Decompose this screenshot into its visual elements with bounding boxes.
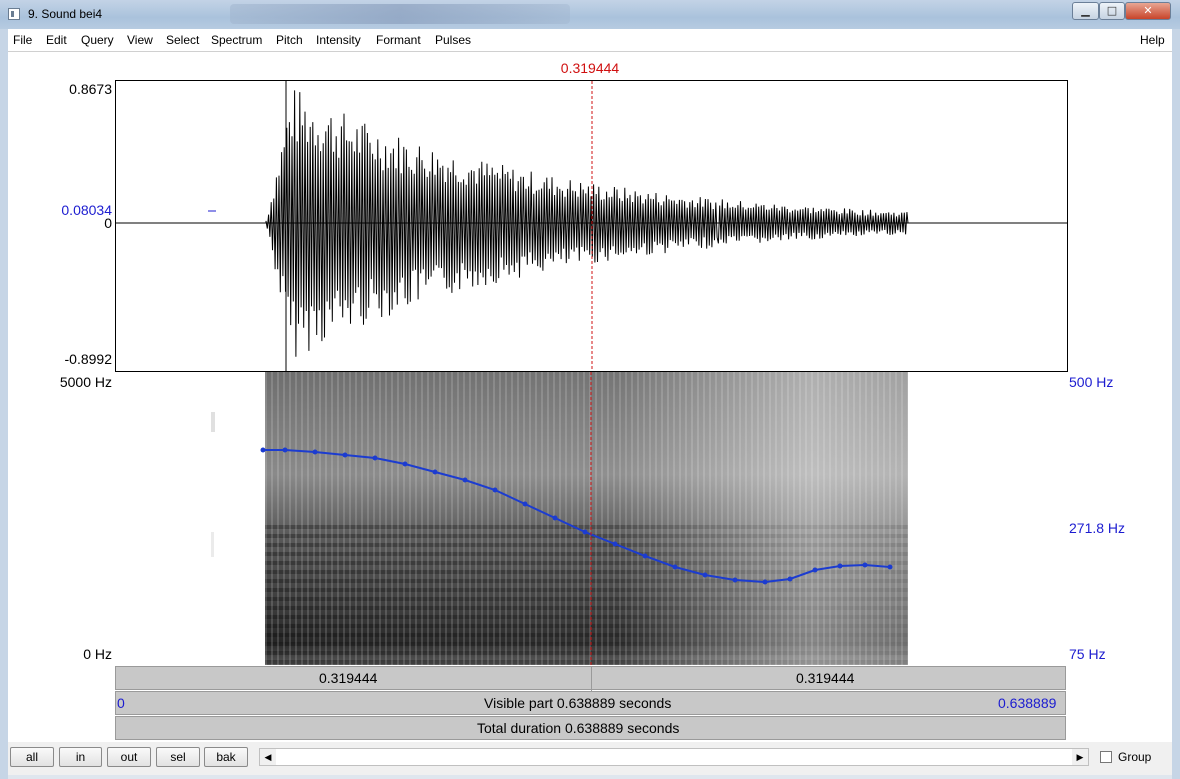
group-label: Group (1118, 750, 1152, 764)
visible-end-time: 0.638889 (998, 695, 1057, 711)
visible-start-time: 0 (117, 695, 125, 711)
menu-intensity[interactable]: Intensity (316, 33, 361, 47)
pitch-point (702, 572, 708, 578)
segment-divider (591, 667, 592, 691)
spectrogram-top-label: 5000 Hz (59, 374, 112, 390)
pitch-point (552, 515, 558, 521)
pitch-point (432, 469, 438, 475)
right-segment-duration[interactable]: 0.319444 (796, 670, 854, 686)
visible-part-label: Visible part 0.638889 seconds (484, 695, 672, 711)
zoom-selection-button[interactable]: sel (156, 747, 200, 767)
group-checkbox[interactable] (1100, 751, 1112, 763)
waveform-min-label: -0.8992 (64, 351, 112, 367)
close-button[interactable]: ✕ (1125, 2, 1171, 20)
left-segment-duration[interactable]: 0.319444 (319, 670, 377, 686)
pitch-point (522, 501, 528, 507)
pitch-point (492, 487, 498, 493)
spectrogram-bottom-label: 0 Hz (83, 646, 112, 662)
pitch-mid-label: 271.8 Hz (1069, 520, 1126, 536)
total-duration-label: Total duration 0.638889 seconds (477, 720, 680, 736)
waveform-max-label: 0.8673 (69, 81, 112, 97)
pitch-point (282, 447, 288, 453)
zoom-all-button[interactable]: all (10, 747, 54, 767)
menu-select[interactable]: Select (166, 33, 199, 47)
pitch-point (582, 529, 588, 535)
pitch-point (372, 455, 378, 461)
pitch-point (732, 577, 738, 583)
scroll-left-arrow-icon[interactable]: ◀ (260, 749, 276, 765)
pitch-top-label: 500 Hz (1069, 374, 1114, 390)
time-scrollbar[interactable]: ◀ ▶ (259, 748, 1089, 766)
spectrogram-panel[interactable] (115, 372, 1068, 665)
pitch-point (862, 562, 868, 568)
scroll-right-arrow-icon[interactable]: ▶ (1072, 749, 1088, 765)
pitch-point (462, 477, 468, 483)
spectrogram-noise-a (211, 412, 215, 432)
menu-help[interactable]: Help (1140, 33, 1165, 47)
minimize-button[interactable]: ▁ (1072, 2, 1099, 20)
menu-pitch[interactable]: Pitch (276, 33, 303, 47)
menu-formant[interactable]: Formant (376, 33, 421, 47)
zoom-out-button[interactable]: out (107, 747, 151, 767)
menu-spectrum[interactable]: Spectrum (211, 33, 262, 47)
pitch-point (672, 564, 678, 570)
waveform-zero-label: 0 (104, 215, 112, 231)
title-bar[interactable]: 9. Sound bei4 ▁ □ ✕ (0, 0, 1180, 29)
total-duration-bar[interactable]: Total duration 0.638889 seconds (115, 716, 1066, 740)
window-frame-left (0, 29, 8, 779)
zoom-back-button[interactable]: bak (204, 747, 248, 767)
spectrogram-noise-b (211, 532, 214, 557)
pitch-point (812, 567, 818, 573)
visible-part-bar[interactable]: Visible part 0.638889 seconds (115, 691, 1066, 715)
pitch-point (312, 449, 318, 455)
pitch-point (762, 579, 768, 585)
pitch-point (642, 553, 648, 559)
menu-query[interactable]: Query (81, 33, 114, 47)
pitch-point (837, 563, 843, 569)
zoom-in-button[interactable]: in (59, 747, 102, 767)
spectrogram-fade (265, 372, 908, 665)
menu-bar: File Edit Query View Select Spectrum Pit… (8, 29, 1172, 52)
menu-edit[interactable]: Edit (46, 33, 67, 47)
bottom-toolbar: all in out sel bak ◀ ▶ Group (8, 742, 1172, 775)
pitch-bottom-label: 75 Hz (1069, 646, 1106, 662)
menu-view[interactable]: View (127, 33, 153, 47)
window-title: 9. Sound bei4 (28, 7, 103, 21)
menu-pulses[interactable]: Pulses (435, 33, 471, 47)
title-bar-blur (230, 4, 570, 24)
praat-app-icon[interactable] (8, 8, 20, 20)
menu-file[interactable]: File (13, 33, 32, 47)
waveform-panel[interactable] (115, 80, 1068, 372)
pitch-point (787, 576, 793, 582)
maximize-button[interactable]: □ (1099, 2, 1125, 20)
cursor-time-label: 0.319444 (560, 60, 620, 76)
selection-bar[interactable]: 0.319444 0.319444 (115, 666, 1066, 691)
spectrogram-plot (211, 372, 908, 665)
pitch-point (260, 447, 266, 453)
pitch-point (402, 461, 408, 467)
pitch-point (342, 452, 348, 458)
pitch-point (887, 564, 893, 570)
window-frame-right (1172, 29, 1180, 779)
pitch-point (612, 541, 618, 547)
waveform-plot (116, 81, 1067, 371)
